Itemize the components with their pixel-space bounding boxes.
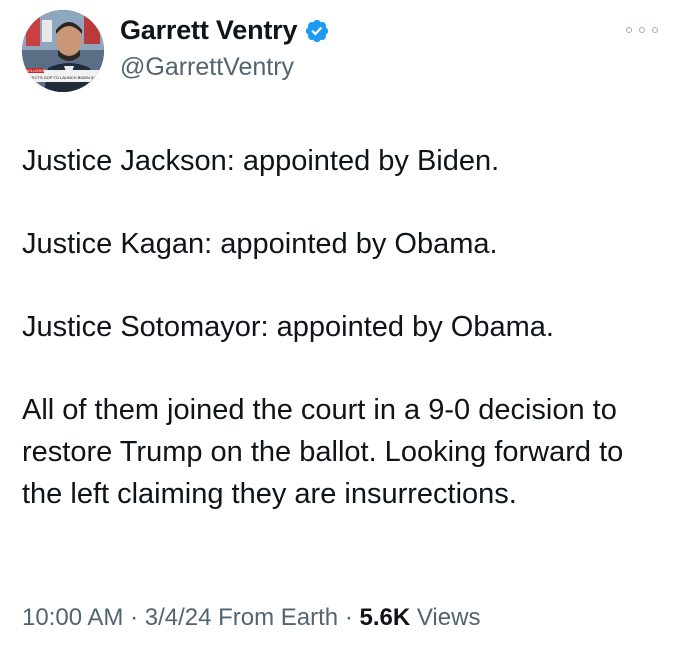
tweet-paragraph: Justice Jackson: appointed by Biden.: [22, 145, 500, 177]
dot-icon: [639, 27, 645, 33]
tweet-text: Justice Jackson: appointed by Biden. Jus…: [22, 140, 662, 515]
meta-separator: ·: [123, 604, 145, 631]
views-count[interactable]: 5.6K: [359, 604, 410, 631]
dot-icon: [652, 27, 658, 33]
author-name-row: Garrett Ventry: [120, 15, 330, 46]
avatar-image: INCLUSIVE DIRECTS GOP TO LAUNCH BIDEN IM…: [22, 10, 104, 92]
meta-separator: ·: [338, 604, 360, 631]
more-options-icon[interactable]: [626, 22, 658, 38]
views-label: Views: [410, 604, 481, 631]
tweet-card: INCLUSIVE DIRECTS GOP TO LAUNCH BIDEN IM…: [0, 0, 680, 647]
tweet-date-source[interactable]: 3/4/24 From Earth: [145, 604, 338, 631]
tweet-meta: 10:00 AM · 3/4/24 From Earth · 5.6K View…: [22, 604, 480, 632]
avatar[interactable]: INCLUSIVE DIRECTS GOP TO LAUNCH BIDEN IM…: [22, 10, 104, 92]
tweet-paragraph: Justice Sotomayor: appointed by Obama.: [22, 311, 554, 343]
tweet-paragraph: Justice Kagan: appointed by Obama.: [22, 228, 498, 260]
tweet-time[interactable]: 10:00 AM: [22, 604, 123, 631]
svg-text:INCLUSIVE: INCLUSIVE: [24, 68, 45, 73]
dot-icon: [626, 27, 632, 33]
tweet-paragraph: All of them joined the court in a 9-0 de…: [22, 394, 624, 510]
author-handle[interactable]: @GarrettVentry: [120, 53, 294, 82]
verified-badge-icon: [304, 18, 330, 44]
svg-text:DIRECTS GOP TO LAUNCH BIDEN IM: DIRECTS GOP TO LAUNCH BIDEN IMPEACHM: [25, 75, 104, 80]
author-display-name[interactable]: Garrett Ventry: [120, 15, 297, 46]
